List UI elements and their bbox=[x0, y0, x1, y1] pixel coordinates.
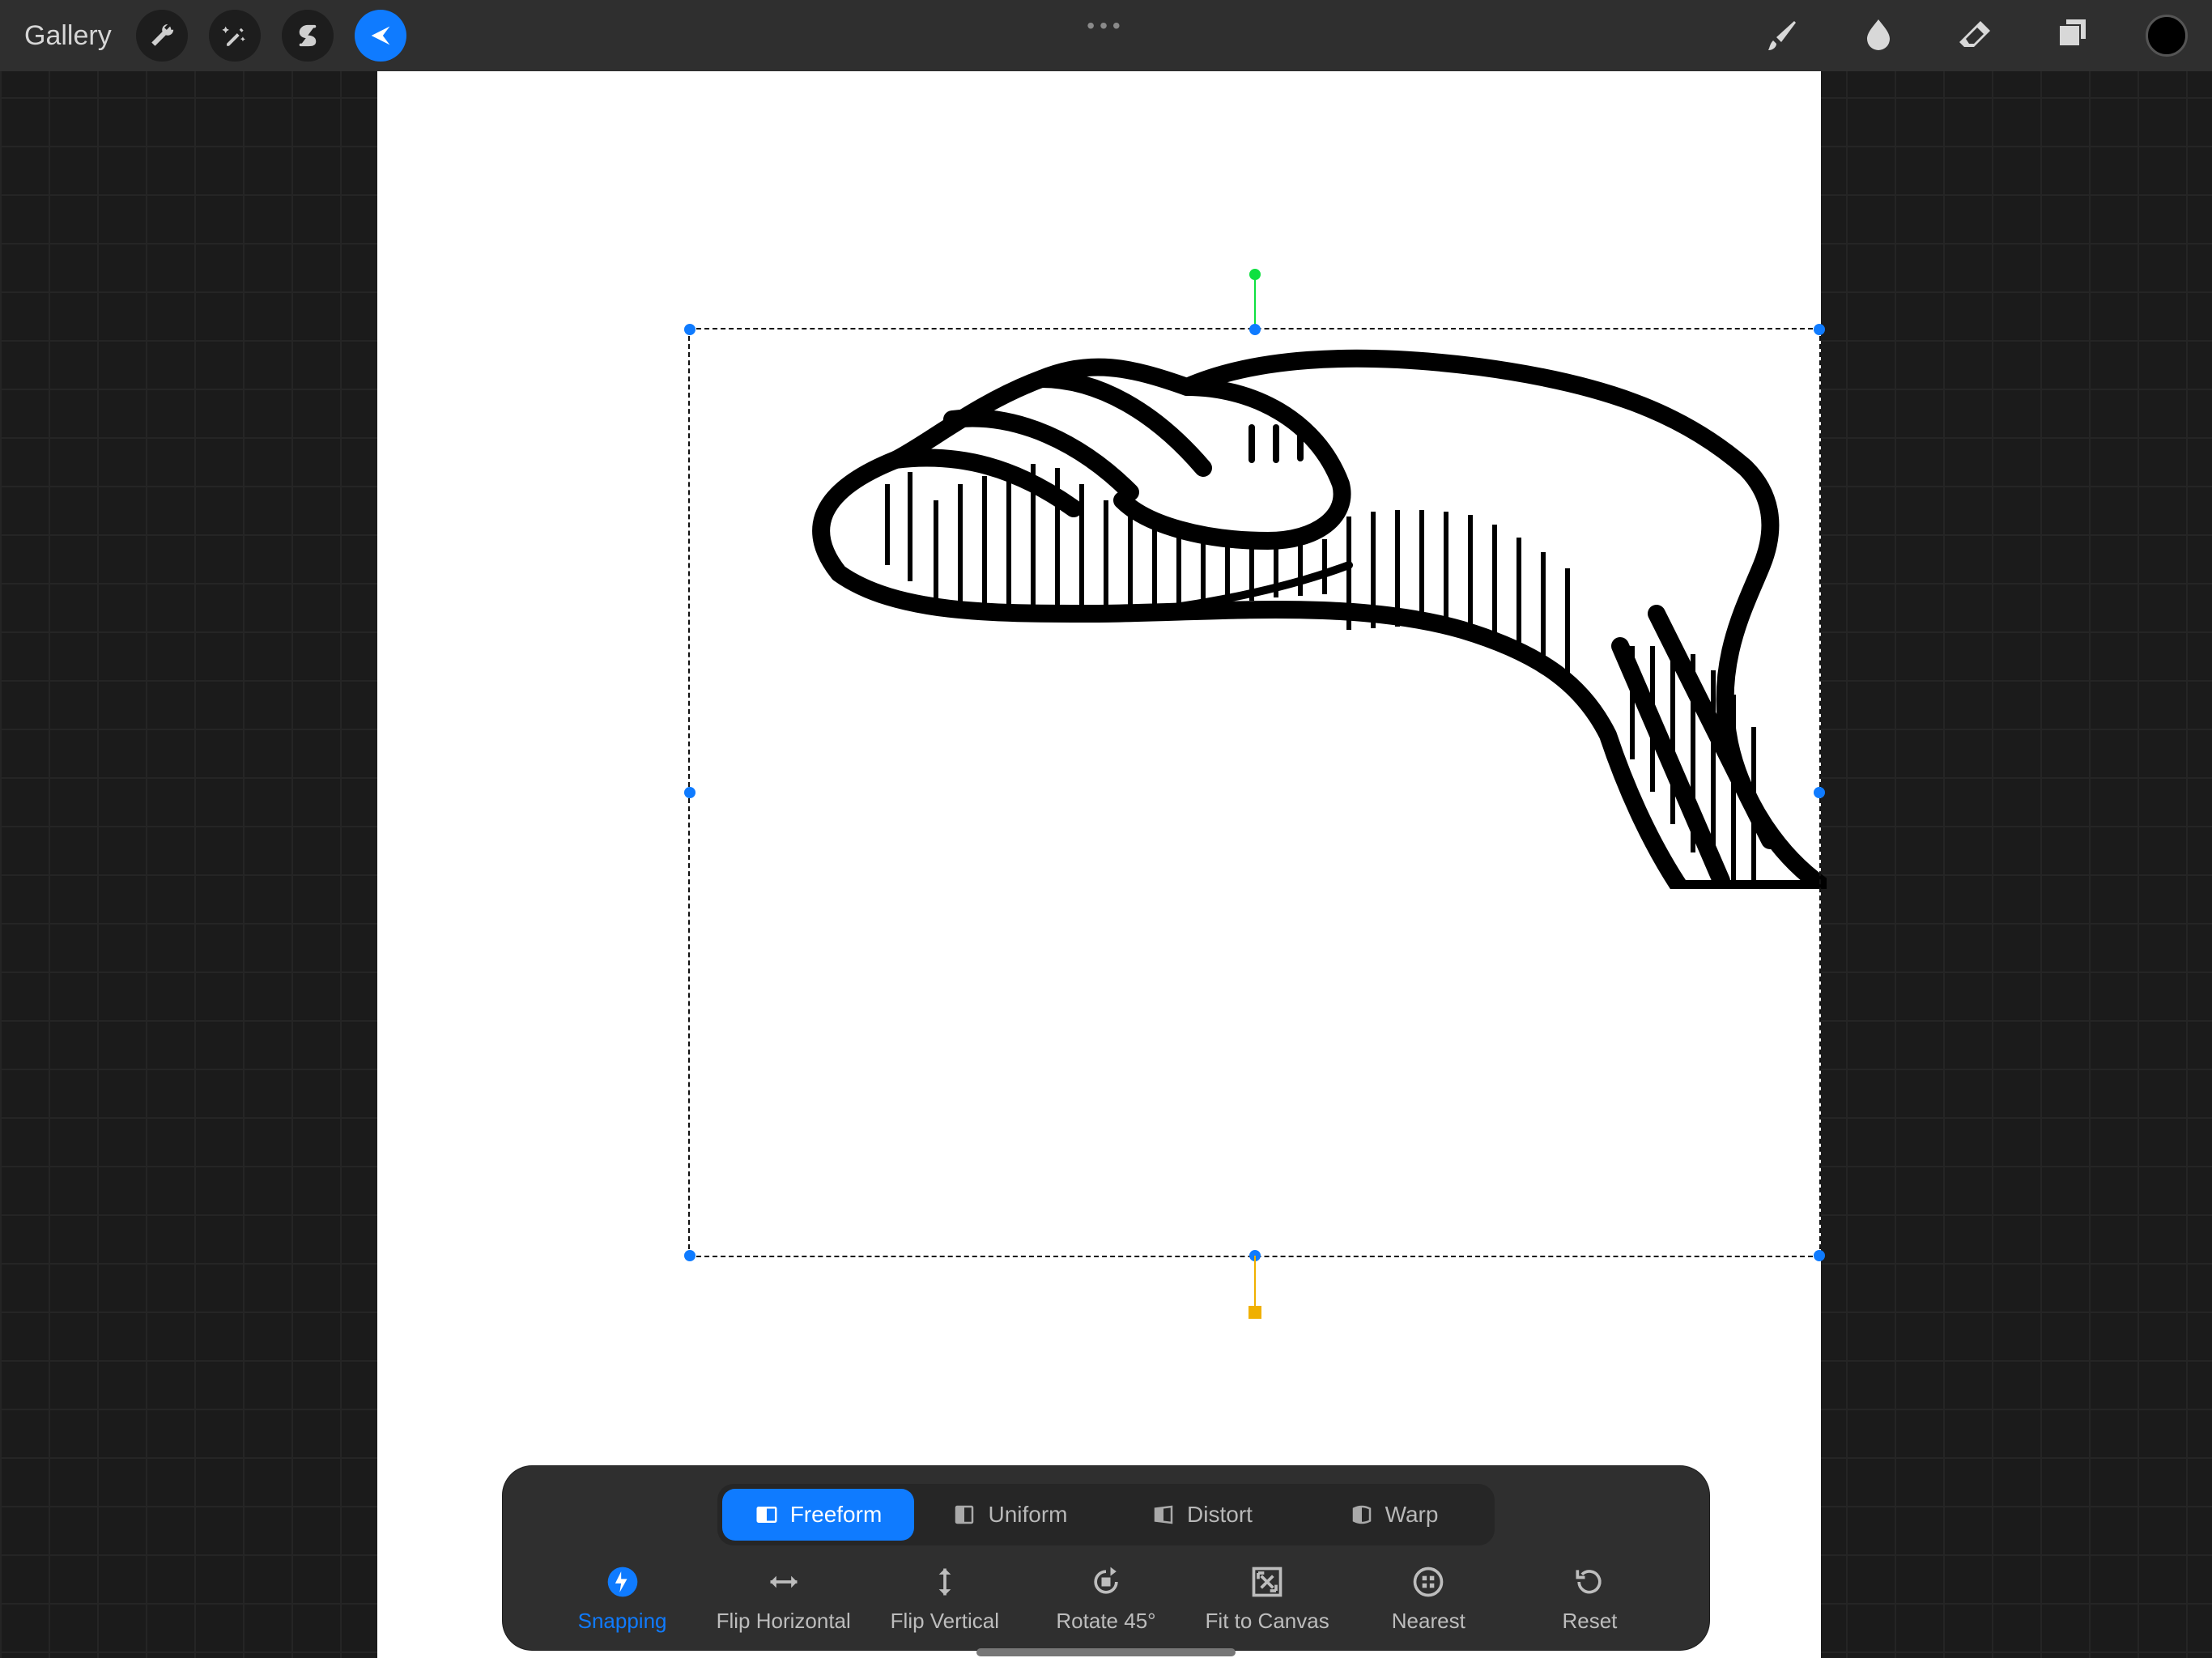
wand-icon bbox=[221, 22, 249, 49]
adjustments-button[interactable] bbox=[209, 10, 261, 62]
top-right-tools bbox=[1716, 3, 2188, 68]
s-ribbon-icon bbox=[294, 22, 321, 49]
layers-button[interactable] bbox=[2040, 3, 2105, 68]
mode-warp-label: Warp bbox=[1385, 1502, 1439, 1528]
action-snapping[interactable]: Snapping bbox=[542, 1563, 703, 1634]
handle-top-left[interactable] bbox=[684, 324, 696, 335]
arrow-icon bbox=[367, 22, 394, 49]
action-flip-vertical[interactable]: Flip Vertical bbox=[864, 1563, 1025, 1634]
smudge-icon bbox=[1859, 16, 1898, 55]
handle-mid-right[interactable] bbox=[1814, 787, 1825, 798]
rotate-icon bbox=[1088, 1564, 1124, 1600]
handle-mid-left[interactable] bbox=[684, 787, 696, 798]
modify-menu-dots[interactable]: ••• bbox=[1087, 13, 1125, 39]
action-snapping-label: Snapping bbox=[578, 1609, 667, 1634]
flip-vertical-icon bbox=[927, 1564, 963, 1600]
freeform-icon bbox=[755, 1503, 779, 1527]
flip-horizontal-icon bbox=[766, 1564, 802, 1600]
action-rot45-label: Rotate 45° bbox=[1056, 1609, 1155, 1634]
mode-distort-label: Distort bbox=[1187, 1502, 1253, 1528]
action-reset[interactable]: Reset bbox=[1509, 1563, 1670, 1634]
rotation-stem bbox=[1254, 274, 1256, 329]
mode-warp[interactable]: Warp bbox=[1298, 1489, 1490, 1541]
mode-freeform[interactable]: Freeform bbox=[722, 1489, 914, 1541]
mode-freeform-label: Freeform bbox=[790, 1502, 883, 1528]
transform-mode-segmented: Freeform Uniform Distort Warp bbox=[717, 1484, 1495, 1545]
eraser-icon bbox=[1956, 16, 1995, 55]
transform-panel: Freeform Uniform Distort Warp Snapping F… bbox=[503, 1466, 1709, 1650]
gallery-button[interactable]: Gallery bbox=[24, 20, 112, 52]
transform-button[interactable] bbox=[355, 10, 406, 62]
anchor-stem bbox=[1254, 1256, 1256, 1312]
actions-button[interactable] bbox=[136, 10, 188, 62]
home-indicator[interactable] bbox=[976, 1648, 1236, 1656]
nearest-icon bbox=[1410, 1564, 1446, 1600]
anchor-handle[interactable] bbox=[1249, 1306, 1261, 1319]
snapping-icon bbox=[605, 1564, 640, 1600]
mode-uniform[interactable]: Uniform bbox=[914, 1489, 1106, 1541]
layers-icon bbox=[2053, 16, 2092, 55]
rotation-handle[interactable] bbox=[1249, 269, 1261, 280]
distort-icon bbox=[1151, 1503, 1176, 1527]
selection-button[interactable] bbox=[282, 10, 334, 62]
top-toolbar: Gallery ••• bbox=[0, 0, 2212, 71]
handle-bottom-right[interactable] bbox=[1814, 1250, 1825, 1261]
action-flip-horizontal[interactable]: Flip Horizontal bbox=[703, 1563, 864, 1634]
brush-icon bbox=[1762, 16, 1801, 55]
eraser-tool[interactable] bbox=[1943, 3, 2008, 68]
color-swatch[interactable] bbox=[2146, 15, 2188, 57]
action-fit-label: Fit to Canvas bbox=[1206, 1609, 1329, 1634]
wrench-icon bbox=[148, 22, 176, 49]
action-fliph-label: Flip Horizontal bbox=[717, 1609, 851, 1634]
mode-uniform-label: Uniform bbox=[988, 1502, 1067, 1528]
handle-top-mid[interactable] bbox=[1249, 324, 1261, 335]
handle-bottom-left[interactable] bbox=[684, 1250, 696, 1261]
fit-icon bbox=[1249, 1564, 1285, 1600]
brush-tool[interactable] bbox=[1749, 3, 1814, 68]
smudge-tool[interactable] bbox=[1846, 3, 1911, 68]
uniform-icon bbox=[952, 1503, 976, 1527]
action-fit-to-canvas[interactable]: Fit to Canvas bbox=[1187, 1563, 1348, 1634]
action-nearest[interactable]: Nearest bbox=[1348, 1563, 1509, 1634]
action-flipv-label: Flip Vertical bbox=[891, 1609, 999, 1634]
transform-actions-row: Snapping Flip Horizontal Flip Vertical R… bbox=[525, 1563, 1687, 1634]
warp-icon bbox=[1350, 1503, 1374, 1527]
action-reset-label: Reset bbox=[1562, 1609, 1617, 1634]
transform-bounding-box[interactable] bbox=[688, 328, 1821, 1257]
handle-top-right[interactable] bbox=[1814, 324, 1825, 335]
reset-icon bbox=[1572, 1564, 1607, 1600]
action-nearest-label: Nearest bbox=[1392, 1609, 1465, 1634]
action-rotate-45[interactable]: Rotate 45° bbox=[1025, 1563, 1186, 1634]
mode-distort[interactable]: Distort bbox=[1106, 1489, 1298, 1541]
